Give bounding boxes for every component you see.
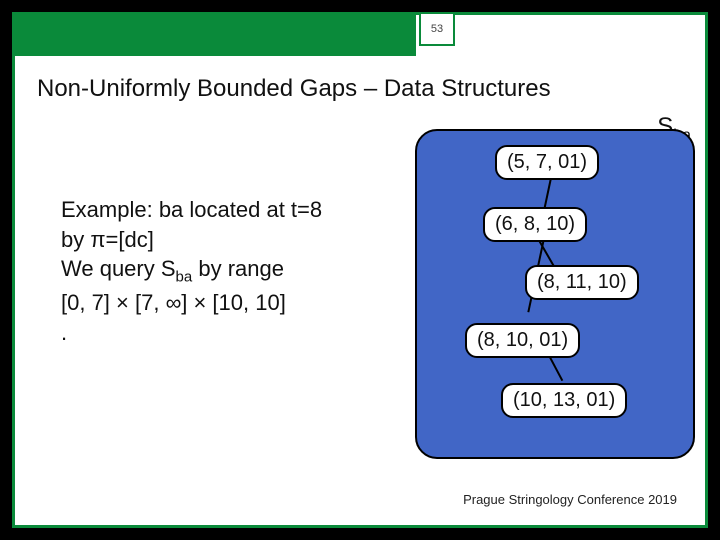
body-line-4: [0, 7] × [7, ∞] × [10, 10]	[61, 288, 401, 318]
body-line-5: .	[61, 318, 401, 348]
page-number: 53	[419, 12, 455, 46]
tree-node: (10, 13, 01)	[501, 383, 627, 418]
footer-text: Prague Stringology Conference 2019	[463, 492, 677, 507]
body-text: Example: ba located at t=8 by π=[dc] We …	[61, 195, 401, 347]
body-line-1: Example: ba located at t=8	[61, 195, 401, 225]
tree-node: (5, 7, 01)	[495, 145, 599, 180]
tree-container: (5, 7, 01) (6, 8, 10) (8, 11, 10) (8, 10…	[415, 129, 695, 459]
slide: 53 Non-Uniformly Bounded Gaps – Data Str…	[12, 12, 708, 528]
body-line-2: by π=[dc]	[61, 225, 401, 255]
slide-title: Non-Uniformly Bounded Gaps – Data Struct…	[37, 75, 551, 103]
tree-edge	[543, 175, 552, 209]
tree-node: (6, 8, 10)	[483, 207, 587, 242]
body-line-3: We query Sba by range	[61, 254, 401, 288]
header-accent-bar	[12, 12, 416, 56]
tree-node: (8, 10, 01)	[465, 323, 580, 358]
tree-node: (8, 11, 10)	[525, 265, 639, 300]
